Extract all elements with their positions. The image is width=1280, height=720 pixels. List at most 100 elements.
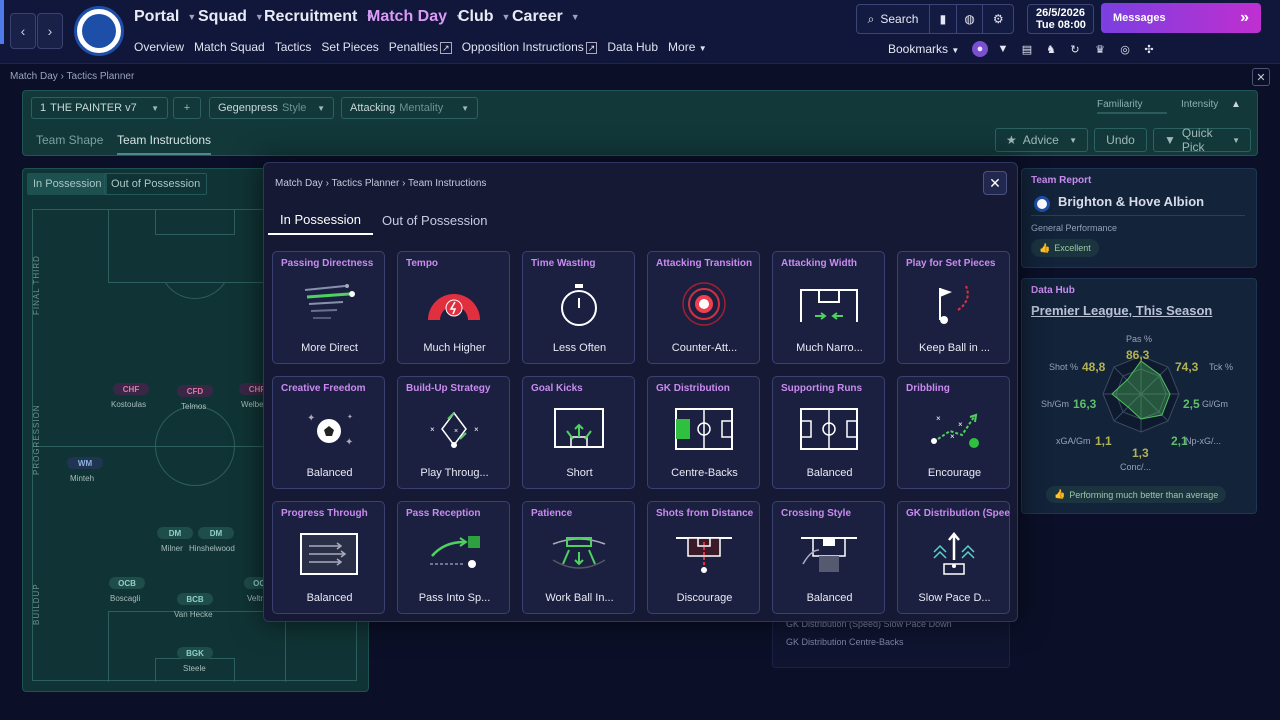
top-six-yard-box [155, 210, 235, 235]
card-value: Keep Ball in ... [919, 342, 990, 354]
nav-portal[interactable]: Portal ▼ [134, 8, 196, 26]
target-icon[interactable]: ◎ [1117, 41, 1133, 57]
performance-summary: Performing much better than average [1069, 489, 1219, 500]
back-button[interactable]: ‹ [10, 13, 36, 49]
subnav-overview[interactable]: Overview [134, 40, 184, 54]
subnav-match-squad[interactable]: Match Squad [194, 40, 265, 54]
instruction-card-pass-reception[interactable]: Pass Reception Pass Into Sp... [397, 501, 510, 614]
subnav-opposition-instructions[interactable]: Opposition Instructions ↗ [462, 40, 598, 54]
tactic-selector[interactable]: 1 THE PAINTER v7 ▼ [31, 97, 168, 119]
card-title: Time Wasting [531, 258, 596, 269]
forward-button[interactable]: › [37, 13, 63, 49]
player-position-badge[interactable]: WM [67, 457, 103, 469]
pitch-tab-in-possession[interactable]: In Possession [27, 173, 108, 195]
subnav-tactics[interactable]: Tactics [275, 40, 312, 54]
instruction-card-patience[interactable]: Patience Work Ball In... [522, 501, 635, 614]
club-name[interactable]: Brighton & Hove Albion [1058, 194, 1204, 209]
familiarity-meter[interactable]: Familiarity [1097, 99, 1167, 114]
performance-label: General Performance [1031, 223, 1118, 233]
instruction-card-supporting-runs[interactable]: Supporting Runs Balanced [772, 376, 885, 489]
instruction-card-gk-distribution[interactable]: GK Distribution Centre-Backs [647, 376, 760, 489]
card-value: Counter-Att... [671, 342, 738, 354]
player-position-badge[interactable]: DM [157, 527, 193, 539]
player-position-badge[interactable]: DM [198, 527, 234, 539]
stat-xga-value: 1,1 [1095, 434, 1112, 448]
mentality-selector[interactable]: Attacking Mentality ▼ [341, 97, 478, 119]
instruction-card-dribbling[interactable]: Dribbling × × × Encourage [897, 376, 1010, 489]
data-hub-competition[interactable]: Premier League, This Season [1031, 303, 1212, 318]
instruction-card-shots-from-distance[interactable]: Shots from Distance Discourage [647, 501, 760, 614]
shirt-icon[interactable]: ▼ [995, 41, 1011, 57]
staff-icon[interactable]: ♞ [1043, 41, 1059, 57]
crumb-match-day[interactable]: Match Day [10, 71, 58, 82]
trophy-icon[interactable]: ♛ [1092, 41, 1108, 57]
player-position-badge[interactable]: CHF [113, 383, 149, 395]
add-tactic-button[interactable]: + [173, 97, 201, 119]
tab-team-shape[interactable]: Team Shape [36, 133, 103, 147]
close-icon[interactable]: ✕ [983, 171, 1007, 195]
card-value: Less Often [552, 342, 607, 354]
date-time-box[interactable]: 26/5/2026 Tue 08:00 [1027, 4, 1094, 34]
instruction-card-attacking-transition[interactable]: Attacking Transition Counter-Att... [647, 251, 760, 364]
double-chevron-right-icon: » [1240, 9, 1249, 26]
settings-gear-icon[interactable]: ⚙ [983, 5, 1013, 33]
instruction-card-time-wasting[interactable]: Time Wasting Less Often [522, 251, 635, 364]
pitch-tab-out-of-possession[interactable]: Out of Possession [104, 173, 208, 195]
club-logo[interactable] [74, 6, 124, 56]
intensity-meter[interactable]: Intensity ▲ [1181, 99, 1241, 110]
player-position-badge[interactable]: CFD [177, 385, 213, 397]
current-day-time: Tue 08:00 [1036, 19, 1086, 31]
instruction-card-build-up-strategy[interactable]: Build-Up Strategy × × × Play Throug... [397, 376, 510, 489]
subnav-more[interactable]: More ▼ [668, 40, 707, 54]
nav-career[interactable]: Career ▼ [512, 8, 580, 26]
instruction-card-passing-directness[interactable]: Passing Directness More Direct [272, 251, 385, 364]
stat-conc-value: 1,3 [1132, 446, 1149, 460]
instruction-card-creative-freedom[interactable]: Creative Freedom ✦ ✦ ✦ Balanced [272, 376, 385, 489]
globe-icon[interactable]: ◍ [957, 5, 984, 33]
messages-label: Messages [1113, 12, 1166, 24]
instruction-card-progress-through[interactable]: Progress Through Balanced [272, 501, 385, 614]
instruction-card-attacking-width[interactable]: Attacking Width Much Narro... [772, 251, 885, 364]
instruction-card-tempo[interactable]: Tempo Much Higher [397, 251, 510, 364]
bookmarks-label: Bookmarks [888, 42, 949, 56]
bookmarks-dropdown[interactable]: Bookmarks ▼ [888, 42, 959, 56]
instruction-card-goal-kicks[interactable]: Goal Kicks Short [522, 376, 635, 489]
nav-squad[interactable]: Squad ▼ [198, 8, 264, 26]
crumb-tactics-planner[interactable]: Tactics Planner [332, 178, 400, 189]
instruction-card-gk-distribution-speed[interactable]: GK Distribution (Speed) Slow Pace D... [897, 501, 1010, 614]
clipboard-icon[interactable]: ▤ [1019, 41, 1035, 57]
refresh-icon[interactable]: ↻ [1067, 41, 1083, 57]
advice-button[interactable]: ★ Advice ▼ [995, 128, 1088, 152]
subnav-data-hub[interactable]: Data Hub [607, 40, 658, 54]
search-label: Search [880, 12, 919, 26]
subnav-penalties[interactable]: Penalties ↗ [389, 40, 452, 54]
shirt-icon: ▼ [1164, 133, 1176, 147]
crumb-tactics-planner[interactable]: Tactics Planner [67, 71, 135, 82]
subnav-set-pieces[interactable]: Set Pieces [321, 40, 378, 54]
modal-tab-in-possession[interactable]: In Possession [268, 205, 373, 235]
tactics-board-icon[interactable]: ✣ [1141, 41, 1157, 57]
player-position-badge[interactable]: OCB [109, 577, 145, 589]
nav-match-day[interactable]: Match Day ▼ [367, 8, 464, 26]
instruction-card-crossing-style[interactable]: Crossing Style Balanced [772, 501, 885, 614]
quick-pick-button[interactable]: ▼ Quick Pick ▼ [1153, 126, 1251, 154]
tab-team-instructions[interactable]: Team Instructions [117, 133, 212, 155]
card-value: Short [566, 467, 593, 479]
undo-button[interactable]: Undo [1094, 128, 1147, 152]
close-icon[interactable]: ✕ [1252, 68, 1270, 86]
nav-club[interactable]: Club ▼ [458, 8, 510, 26]
bookmark-icon[interactable]: ▮ [930, 5, 957, 33]
profile-badge-icon[interactable]: ● [972, 41, 988, 57]
messages-button[interactable]: Messages » [1101, 3, 1261, 33]
nav-recruitment[interactable]: Recruitment ▼ [264, 8, 374, 26]
style-selector[interactable]: Gegenpress Style ▼ [209, 97, 334, 119]
modal-tab-out-of-possession[interactable]: Out of Possession [382, 205, 488, 235]
player-position-badge[interactable]: BCB [177, 593, 213, 605]
search-button[interactable]: ⌕ Search [857, 5, 931, 33]
club-crest-icon [1034, 196, 1050, 212]
card-value: Balanced [306, 467, 353, 479]
passing-directness-icon [304, 284, 355, 319]
instruction-card-play-for-set-pieces[interactable]: Play for Set Pieces Keep Ball in ... [897, 251, 1010, 364]
player-position-badge[interactable]: BGK [177, 647, 213, 659]
crumb-match-day[interactable]: Match Day [275, 178, 323, 189]
